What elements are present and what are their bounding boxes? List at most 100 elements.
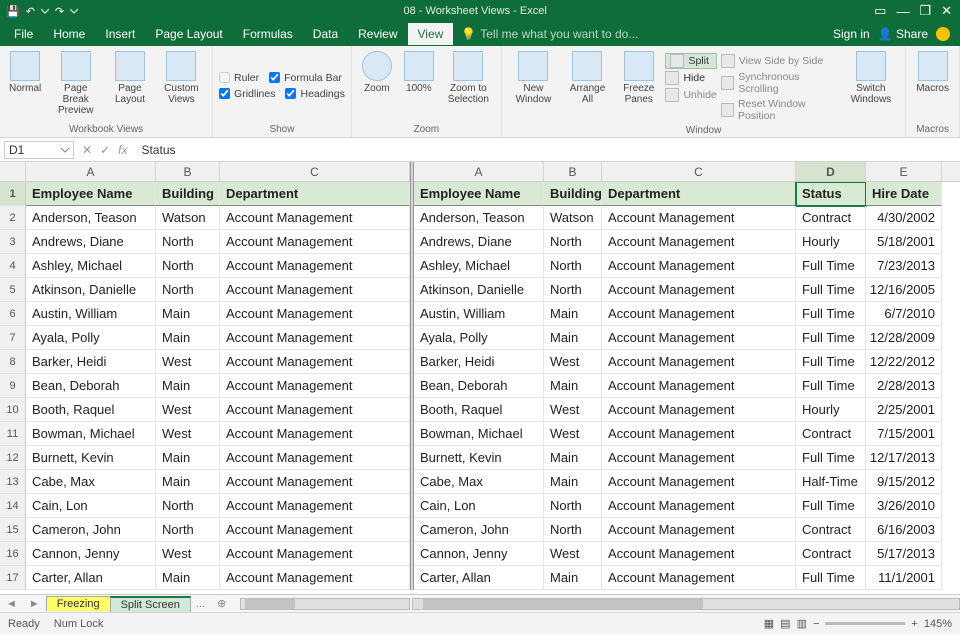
cell[interactable]: Carter, Allan [414, 566, 544, 590]
cell[interactable]: Account Management [220, 398, 410, 422]
reset-window-button[interactable]: Reset Window Position [721, 97, 839, 123]
row-header[interactable]: 2 [0, 206, 26, 230]
name-box[interactable]: D1 [4, 141, 74, 159]
cell[interactable]: Account Management [602, 206, 796, 230]
cell[interactable]: Ashley, Michael [414, 254, 544, 278]
cell[interactable]: 5/18/2001 [866, 230, 942, 254]
zoom-level[interactable]: 145% [924, 618, 952, 630]
macros-button[interactable]: Macros [912, 49, 953, 96]
cell[interactable]: Department [602, 182, 796, 206]
cell[interactable]: 6/7/2010 [866, 302, 942, 326]
cell[interactable]: North [544, 230, 602, 254]
row-header[interactable]: 17 [0, 566, 26, 590]
row-header[interactable]: 13 [0, 470, 26, 494]
cell[interactable]: Contract [796, 542, 866, 566]
cell[interactable]: Contract [796, 206, 866, 230]
cell[interactable]: Hourly [796, 398, 866, 422]
tab-home[interactable]: Home [43, 23, 95, 45]
cell[interactable]: Account Management [220, 446, 410, 470]
col-header[interactable]: C [602, 162, 796, 181]
cell[interactable]: Account Management [602, 374, 796, 398]
cell[interactable]: Account Management [220, 230, 410, 254]
cell[interactable]: North [544, 518, 602, 542]
cell[interactable]: Full Time [796, 302, 866, 326]
cell[interactable]: North [156, 278, 220, 302]
formula-input[interactable]: Status [135, 143, 960, 157]
col-header[interactable]: A [26, 162, 156, 181]
cell[interactable]: Account Management [602, 470, 796, 494]
cell[interactable]: Ayala, Polly [414, 326, 544, 350]
cell[interactable]: Account Management [220, 422, 410, 446]
cell[interactable]: Austin, William [26, 302, 156, 326]
pagebreak-button[interactable]: Page Break Preview [48, 49, 103, 118]
tab-view[interactable]: View [408, 23, 454, 45]
cell[interactable]: North [156, 254, 220, 278]
feedback-icon[interactable] [936, 27, 950, 41]
side-by-side-button[interactable]: View Side by Side [721, 53, 839, 69]
tab-insert[interactable]: Insert [95, 23, 145, 45]
cell[interactable]: Account Management [602, 326, 796, 350]
cell[interactable]: Main [544, 302, 602, 326]
cell[interactable]: Anderson, Teason [26, 206, 156, 230]
col-header[interactable]: B [156, 162, 220, 181]
cell[interactable]: Main [544, 566, 602, 590]
sync-scroll-button[interactable]: Synchronous Scrolling [721, 70, 839, 96]
cell[interactable]: West [544, 422, 602, 446]
chevron-down-icon[interactable] [41, 7, 49, 15]
cell[interactable]: Employee Name [414, 182, 544, 206]
cell[interactable]: West [156, 422, 220, 446]
cell[interactable]: Andrews, Diane [414, 230, 544, 254]
cell[interactable]: Account Management [602, 254, 796, 278]
cell[interactable]: Account Management [602, 446, 796, 470]
row-header[interactable]: 16 [0, 542, 26, 566]
cell[interactable]: Department [220, 182, 410, 206]
cell[interactable]: Booth, Raquel [414, 398, 544, 422]
cell[interactable]: Barker, Heidi [414, 350, 544, 374]
cell[interactable]: Cannon, Jenny [414, 542, 544, 566]
row-header[interactable]: 3 [0, 230, 26, 254]
cell[interactable]: 3/26/2010 [866, 494, 942, 518]
row-header[interactable]: 1 [0, 182, 26, 206]
cell[interactable]: Account Management [220, 254, 410, 278]
chevron-down-icon[interactable] [61, 146, 69, 154]
cell[interactable]: West [544, 350, 602, 374]
cell[interactable]: Main [544, 326, 602, 350]
zoom-slider[interactable] [825, 622, 905, 625]
cell[interactable]: Cabe, Max [414, 470, 544, 494]
cell[interactable]: Account Management [220, 494, 410, 518]
row-header[interactable]: 8 [0, 350, 26, 374]
cell[interactable]: Burnett, Kevin [26, 446, 156, 470]
cell[interactable]: Account Management [602, 422, 796, 446]
sheet-nav-prev[interactable]: ◄ [0, 598, 23, 610]
cell[interactable]: Account Management [602, 278, 796, 302]
ruler-checkbox[interactable]: Ruler [219, 71, 259, 85]
cell[interactable]: North [156, 518, 220, 542]
cell[interactable]: Main [156, 446, 220, 470]
cell[interactable]: Hire Date [866, 182, 942, 206]
cell[interactable]: Full Time [796, 350, 866, 374]
cell[interactable]: Account Management [602, 494, 796, 518]
cell[interactable]: Contract [796, 518, 866, 542]
cell[interactable]: Account Management [220, 206, 410, 230]
cell[interactable]: Account Management [220, 302, 410, 326]
pagelayout-button[interactable]: Page Layout [107, 49, 153, 107]
row-header[interactable]: 7 [0, 326, 26, 350]
custom-views-button[interactable]: Custom Views [157, 49, 206, 107]
cell[interactable]: Main [544, 470, 602, 494]
cell[interactable]: Half-Time [796, 470, 866, 494]
zoom-selection-button[interactable]: Zoom to Selection [442, 49, 495, 107]
cell[interactable]: Cain, Lon [26, 494, 156, 518]
cell[interactable]: Main [156, 302, 220, 326]
cell[interactable]: Main [156, 566, 220, 590]
cell[interactable]: Ayala, Polly [26, 326, 156, 350]
enter-formula-icon[interactable]: ✓ [100, 143, 110, 157]
redo-icon[interactable]: ↷ [55, 5, 64, 18]
zoom-100-button[interactable]: 100% [400, 49, 438, 96]
cell[interactable]: Account Management [220, 470, 410, 494]
gridlines-checkbox[interactable]: Gridlines [219, 87, 275, 101]
cells-area[interactable]: Employee Name Building Department Employ… [26, 182, 960, 594]
col-header-active[interactable]: D [796, 162, 866, 181]
cell[interactable]: Booth, Raquel [26, 398, 156, 422]
cell[interactable]: Barker, Heidi [26, 350, 156, 374]
zoom-in-button[interactable]: + [911, 618, 917, 630]
